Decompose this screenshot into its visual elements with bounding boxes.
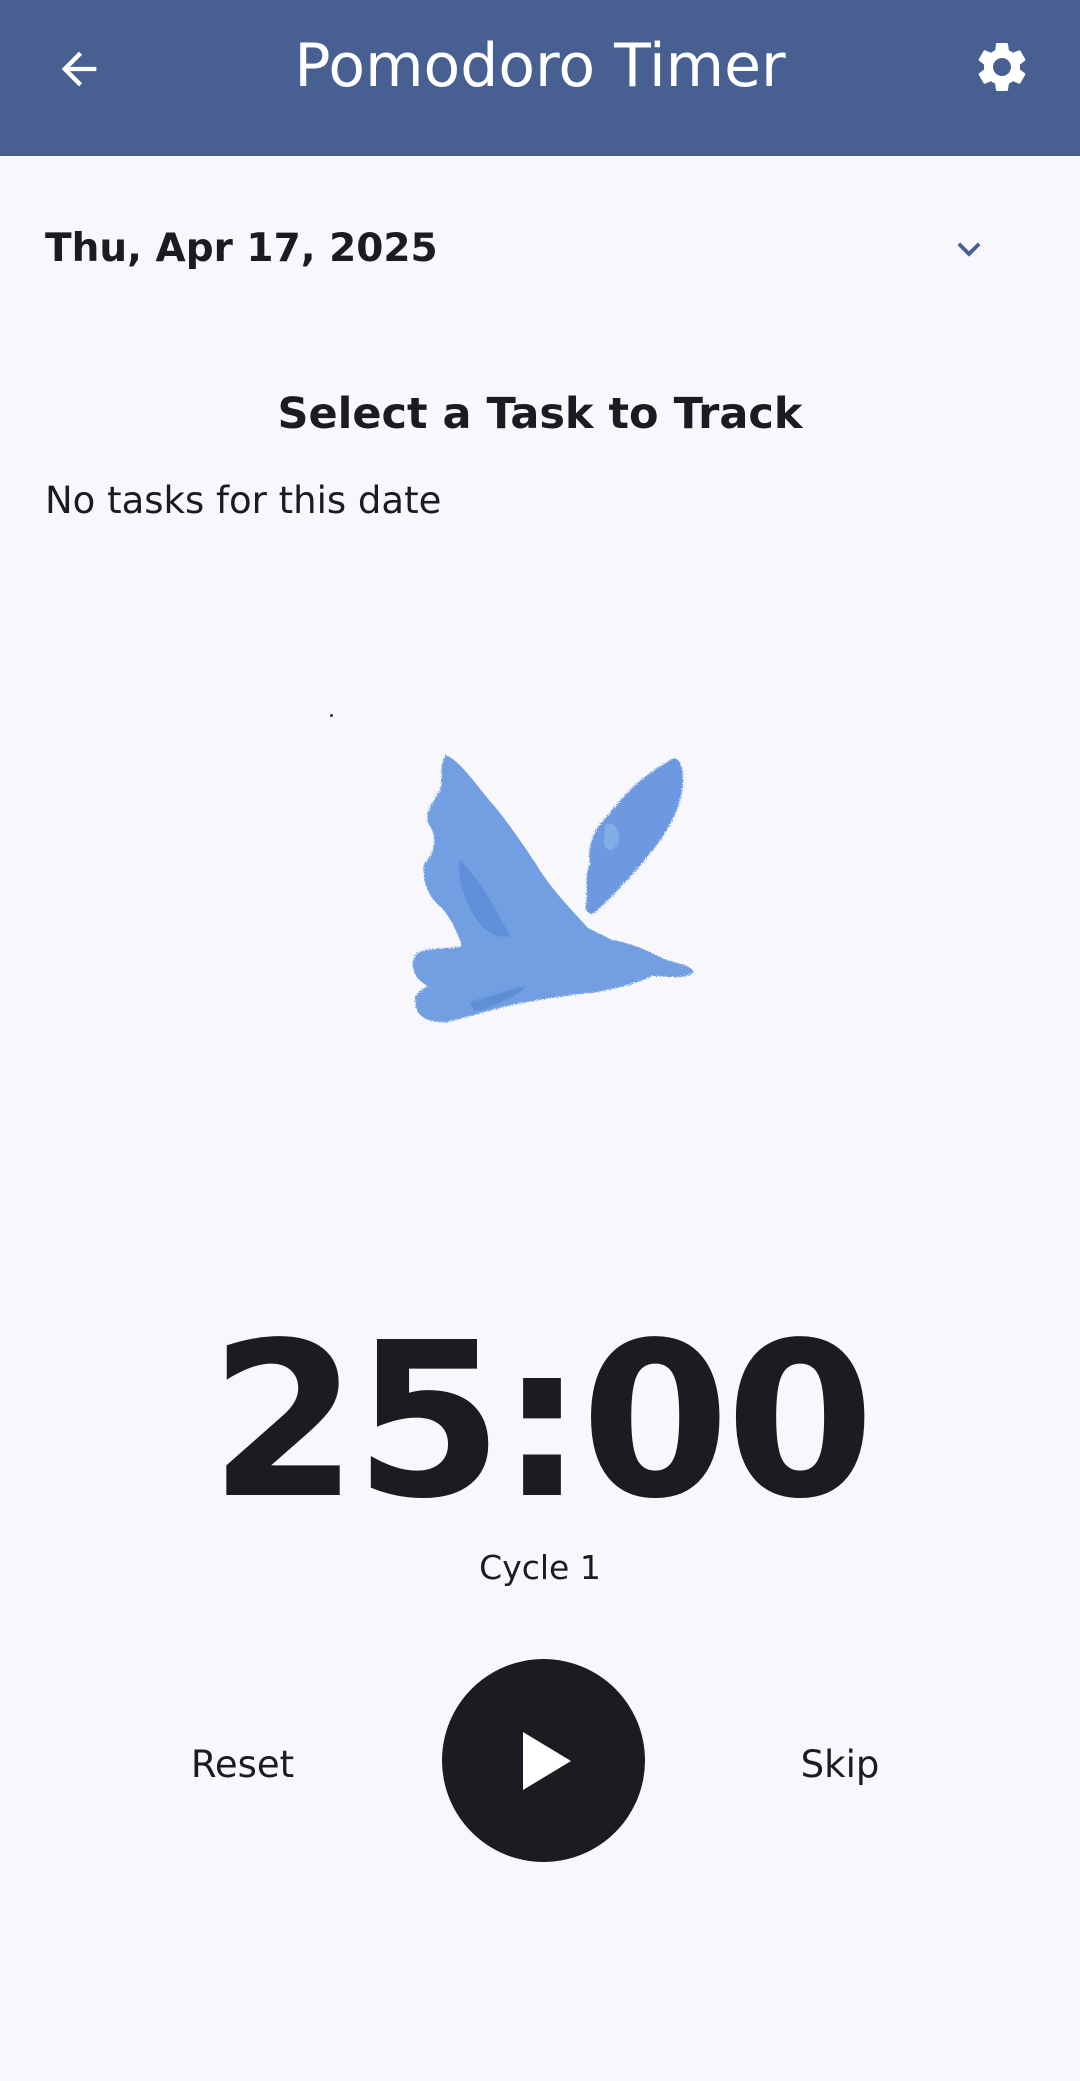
bird-illustration — [412, 755, 694, 1023]
timer-display: 25:00 — [209, 1297, 874, 1546]
task-section-title: Select a Task to Track — [277, 389, 803, 439]
play-icon — [522, 1731, 571, 1790]
reset-button[interactable]: Reset — [170, 1730, 315, 1800]
cycle-label: Cycle 1 — [479, 1548, 601, 1587]
play-button[interactable] — [442, 1659, 645, 1862]
empty-tasks-message: No tasks for this date — [45, 479, 442, 522]
selected-date: Thu, Apr 17, 2025 — [45, 226, 438, 271]
date-selector[interactable]: Thu, Apr 17, 2025 — [0, 210, 1080, 286]
settings-button[interactable] — [966, 31, 1038, 103]
gear-icon — [978, 42, 1026, 91]
app-title: Pomodoro Timer — [294, 31, 786, 101]
skip-button[interactable]: Skip — [770, 1730, 910, 1800]
stray-dot — [330, 714, 333, 717]
chevron-down-icon — [957, 242, 981, 257]
app-bar: Pomodoro Timer — [0, 0, 1080, 156]
